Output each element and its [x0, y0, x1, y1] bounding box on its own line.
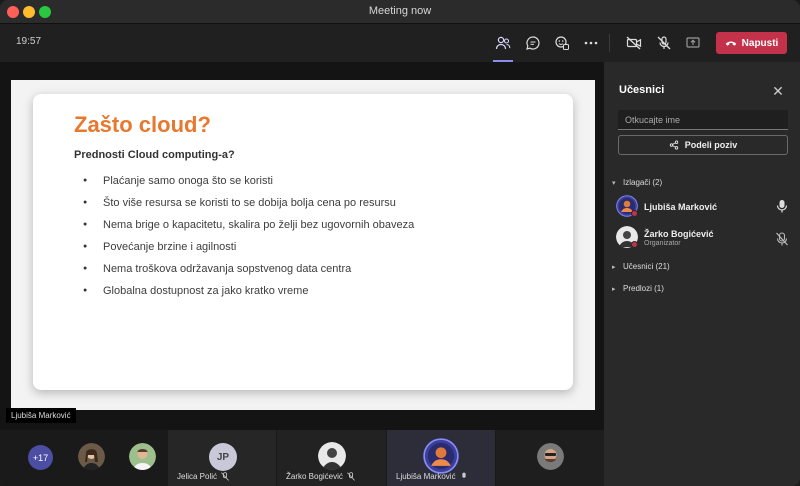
meeting-timer: 19:57 [16, 36, 42, 47]
mic-off-icon[interactable] [653, 32, 675, 54]
meeting-toolbar: 19:57 Napusti [0, 24, 800, 62]
slide-card: Zašto cloud? Prednosti Cloud computing-a… [33, 94, 573, 390]
participant-tile[interactable]: JP Jelica Polić [168, 430, 276, 486]
section-suggestions[interactable]: ▸ Predlozi (1) [612, 284, 664, 293]
share-invite-label: Podeli poziv [684, 140, 738, 150]
presenter-name-label: Ljubiša Marković [6, 408, 76, 423]
tile-name-group: Ljubiša Marković [396, 472, 468, 481]
mic-off-icon [776, 232, 788, 246]
mic-on-icon [776, 199, 788, 213]
shared-content-stage: Zašto cloud? Prednosti Cloud computing-a… [0, 62, 604, 430]
participant-row[interactable]: Žarko Bogićević Organizator [616, 226, 794, 252]
overflow-participants-button[interactable]: +17 [28, 445, 53, 470]
participants-panel: Učesnici ✕ Podeli poziv ▾ Izlagači (2) L… [604, 62, 800, 486]
slide-title: Zašto cloud? [74, 112, 211, 137]
slide-bullet: Što više resursa se koristi to se dobija… [83, 196, 414, 218]
shared-slide: Zašto cloud? Prednosti Cloud computing-a… [11, 80, 595, 410]
participant-tile[interactable]: Ljubiša Marković [387, 430, 495, 486]
slide-bullet: Nema brige o kapacitetu, skalira po želj… [83, 218, 414, 240]
chevron-right-icon: ▸ [612, 285, 616, 293]
slide-subtitle: Prednosti Cloud computing-a? [74, 149, 235, 161]
phone-hangup-icon [725, 41, 736, 46]
share-invite-button[interactable]: Podeli poziv [618, 135, 788, 155]
mic-off-icon [221, 472, 229, 481]
participant-tile[interactable] [496, 430, 604, 486]
title-bar: Meeting now [0, 0, 800, 24]
tile-name-group: Žarko Bogićević [286, 472, 355, 481]
camera-off-icon[interactable] [623, 32, 645, 54]
avatar [537, 443, 564, 470]
status-indicator [631, 241, 638, 248]
section-suggestions-label: Predlozi (1) [623, 284, 664, 293]
section-speakers-label: Izlagači (2) [623, 178, 663, 187]
leave-button[interactable]: Napusti [716, 32, 787, 54]
window-title: Meeting now [368, 5, 432, 17]
share-tray-icon[interactable] [682, 32, 704, 54]
chevron-right-icon: ▸ [612, 263, 616, 271]
participant-search-input[interactable] [618, 110, 788, 130]
more-icon[interactable] [580, 32, 602, 54]
avatar [318, 442, 346, 470]
slide-bullet-list: Plaćanje samo onoga što se koristi Što v… [83, 174, 414, 306]
participant-name: Žarko Bogićević [644, 229, 714, 239]
teams-window: Meeting now 19:57 Napusti Zašto cloud? P… [0, 0, 800, 486]
reactions-icon[interactable] [551, 32, 573, 54]
mic-on-icon [461, 472, 466, 478]
tile-name-group: Jelica Polić [177, 472, 229, 481]
avatar[interactable] [78, 443, 105, 470]
slide-bullet: Povećanje brzine i agilnosti [83, 240, 414, 262]
avatar[interactable] [129, 443, 156, 470]
mic-off-icon [347, 472, 355, 481]
toolbar-divider [609, 34, 610, 52]
close-icon[interactable]: ✕ [771, 84, 785, 98]
tile-name: Ljubiša Marković [396, 472, 456, 481]
leave-label: Napusti [741, 37, 779, 49]
tile-name: Žarko Bogićević [286, 472, 343, 481]
status-indicator [631, 210, 638, 217]
slide-bullet: Nema troškova održavanja sopstvenog data… [83, 262, 414, 284]
section-speakers[interactable]: ▾ Izlagači (2) [612, 178, 662, 187]
participant-name: Ljubiša Marković [644, 202, 718, 212]
panel-title: Učesnici [619, 84, 665, 96]
section-attendees[interactable]: ▸ Učesnici (21) [612, 262, 670, 271]
video-gallery: +17 JP Jelica Polić Žarko Bogićević Ljub… [0, 430, 604, 486]
slide-bullet: Plaćanje samo onoga što se koristi [83, 174, 414, 196]
participant-row[interactable]: Ljubiša Marković [616, 195, 794, 221]
section-attendees-label: Učesnici (21) [623, 262, 670, 271]
participant-tile[interactable]: Žarko Bogićević [277, 430, 386, 486]
participant-role: Organizator [644, 240, 681, 247]
tile-name: Jelica Polić [177, 472, 218, 481]
chevron-down-icon: ▾ [612, 179, 616, 187]
avatar: JP [209, 443, 237, 471]
slide-bullet: Globalna dostupnost za jako kratko vreme [83, 284, 414, 306]
people-icon[interactable] [492, 32, 514, 54]
avatar [423, 438, 459, 474]
share-icon [669, 140, 678, 150]
chat-icon[interactable] [522, 32, 544, 54]
